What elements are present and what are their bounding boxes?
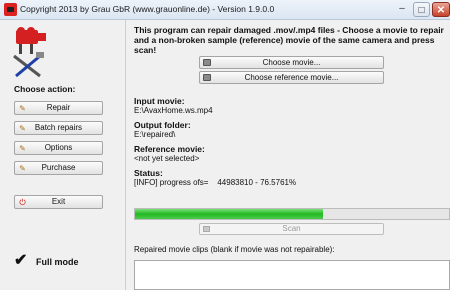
exit-button[interactable]: ⏻ Exit [14, 195, 103, 209]
close-button[interactable]: ✕ [432, 2, 450, 17]
reference-movie-value: <not yet selected> [134, 154, 200, 163]
output-folder-label: Output folder: [134, 120, 191, 130]
options-button[interactable]: ✎ Options [14, 141, 103, 155]
sidebar: Choose action: ✎ Repair ✎ Batch repairs … [0, 20, 126, 290]
exit-button-label: Exit [51, 197, 66, 206]
purchase-button-label: Purchase [41, 163, 76, 172]
reference-movie-label: Reference movie: [134, 144, 205, 154]
options-icon: ✎ [19, 144, 26, 153]
progress-bar-fill [135, 209, 324, 219]
wrench-icon: ✎ [19, 104, 26, 113]
reference-file-icon [203, 74, 211, 81]
scan-button[interactable]: Scan [199, 223, 384, 235]
output-folder-value: E:\repaired\ [134, 130, 176, 139]
repaired-clips-list[interactable] [134, 260, 450, 290]
batch-repairs-button[interactable]: ✎ Batch repairs [14, 121, 103, 135]
main-panel: This program can repair damaged .mov/.mp… [127, 20, 450, 290]
repaired-clips-label: Repaired movie clips (blank if movie was… [134, 245, 335, 254]
input-movie-value: E:\AvaxHome.ws.mp4 [134, 106, 213, 115]
app-camera-icon [4, 3, 17, 16]
movie-file-icon [203, 59, 211, 66]
title-bar: Copyright 2013 by Grau GbR (www.grauonli… [0, 0, 450, 20]
full-mode-label: Full mode [36, 257, 79, 267]
batch-repairs-button-label: Batch repairs [34, 123, 83, 132]
exit-icon: ⏻ [19, 198, 26, 207]
repair-button-label: Repair [46, 103, 71, 112]
status-label: Status: [134, 168, 163, 178]
minimize-button[interactable]: – [392, 1, 412, 18]
window-title: Copyright 2013 by Grau GbR (www.grauonli… [20, 4, 275, 14]
purchase-icon: ✎ [19, 164, 26, 173]
choose-reference-button[interactable]: Choose reference movie... [199, 71, 384, 84]
purchase-button[interactable]: ✎ Purchase [14, 161, 103, 175]
options-button-label: Options [44, 143, 73, 152]
maximize-button[interactable]: □ [413, 2, 430, 17]
intro-text: This program can repair damaged .mov/.mp… [134, 25, 444, 55]
progress-bar [134, 208, 450, 220]
scan-button-label: Scan [282, 224, 301, 233]
choose-action-label: Choose action: [14, 84, 76, 94]
repair-button[interactable]: ✎ Repair [14, 101, 103, 115]
choose-movie-button[interactable]: Choose movie... [199, 56, 384, 69]
batch-icon: ✎ [19, 124, 26, 133]
status-value: [INFO] progress ofs= 44983810 - 76.5761% [134, 178, 297, 187]
choose-reference-label: Choose reference movie... [244, 73, 339, 82]
checkmark-icon: ✔ [14, 252, 28, 269]
camera-tools-logo-icon [13, 27, 46, 78]
choose-movie-label: Choose movie... [262, 58, 321, 67]
input-movie-label: Input movie: [134, 96, 185, 106]
scan-icon [203, 226, 210, 232]
